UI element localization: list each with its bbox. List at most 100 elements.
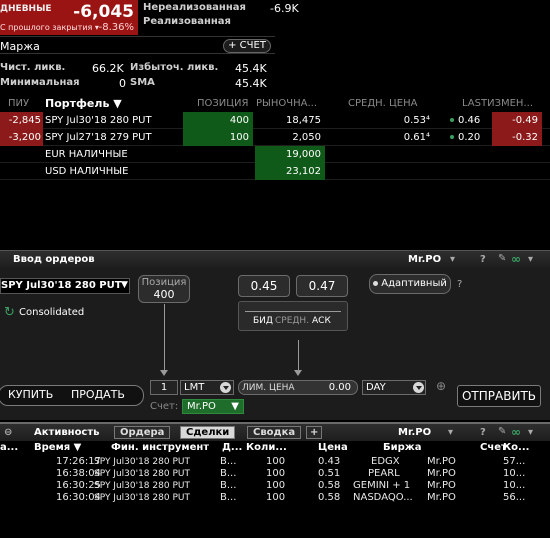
col-position[interactable]: ПОЗИЦИЯ [197, 98, 248, 109]
account-label: Счет: [150, 401, 179, 412]
col-last-change[interactable]: LASTИЗМЕН... [462, 98, 533, 109]
help-icon[interactable]: ? [480, 427, 486, 438]
price-ladder[interactable]: БИД СРЕДН. АСК [238, 301, 348, 331]
adaptive-help-icon[interactable]: ? [457, 279, 462, 290]
account-button[interactable]: + СЧЕТ [223, 39, 271, 53]
col-price[interactable]: Цена [318, 442, 348, 453]
col-avg-price[interactable]: СРЕДН. ЦЕНА [348, 98, 417, 109]
portfolio-header: ПИУ Портфель ▼ ПОЗИЦИЯ РЫНОЧНА... СРЕДН.… [0, 96, 550, 112]
table-row[interactable]: 17:26:17 SPY Jul30'18 280 PUT B... 100 0… [0, 456, 550, 468]
net-liq-label: Чист. ликв. [0, 62, 66, 73]
submit-button[interactable]: ОТПРАВИТЬ [457, 385, 541, 407]
col-time[interactable]: Время ▼ [34, 442, 81, 453]
prev-close-label: С прошлого закрытия ▾ [0, 23, 99, 32]
row-market-value: 19,000 [255, 146, 325, 163]
row-market-value: 2,050 [292, 132, 321, 143]
trading-workspace: ДНЕВНЫЕ -6,045 С прошлого закрытия ▾ -8.… [0, 0, 550, 538]
limit-price-input[interactable]: ЛИМ. ЦЕНА 0.00 [238, 380, 358, 395]
table-row[interactable]: EUR НАЛИЧНЫЕ 19,000 [0, 146, 550, 163]
sma-label: SMA [130, 77, 155, 88]
window-menu-icon[interactable]: ▾ [528, 427, 533, 438]
link-icon[interactable]: ∞ [511, 425, 521, 439]
row-instrument: EUR НАЛИЧНЫЕ [45, 149, 128, 160]
table-row[interactable]: 16:30:04 SPY Jul30'18 280 PUT B... 100 0… [0, 492, 550, 504]
add-tab-button[interactable]: + [306, 426, 323, 439]
add-icon[interactable]: ⊕ [436, 379, 446, 393]
activity-titlebar[interactable]: ⊖ Активность Ордера Сделки Сводка + Mr.P… [0, 422, 550, 441]
sell-button[interactable]: ПРОДАТЬ [71, 385, 125, 404]
order-entry-title: Ввод ордеров [13, 254, 95, 265]
row-change: -0.49 [492, 112, 542, 129]
col-pnl[interactable]: ПИУ [8, 98, 29, 109]
help-icon[interactable]: ? [480, 254, 486, 265]
col-instrument[interactable]: Фин. инструмент [111, 442, 209, 453]
activity-header: а... Время ▼ Фин. инструмент Д... Коли..… [0, 441, 550, 455]
excess-liq-label: Избыточ. ликв. [130, 62, 219, 73]
row-market-value: 18,475 [286, 115, 321, 126]
link-icon[interactable]: ∞ [511, 252, 521, 266]
bid-button[interactable]: 0.45 [238, 275, 290, 297]
table-row[interactable]: USD НАЛИЧНЫЕ 23,102 [0, 163, 550, 180]
col-side[interactable]: Д... [222, 442, 242, 453]
collapse-icon[interactable]: ⊖ [4, 427, 12, 438]
tab-orders[interactable]: Ордера [114, 426, 171, 439]
instrument-value: SPY Jul30'18 280 PUT [1, 280, 122, 291]
order-account: Mr.PO [408, 254, 442, 265]
account-select[interactable]: Mr.PO ▼ [182, 399, 244, 414]
tab-trades[interactable]: Сделки [180, 426, 236, 439]
window-menu-icon[interactable]: ▾ [528, 254, 533, 265]
adaptive-toggle[interactable]: Адаптивный [369, 274, 451, 294]
col-portfolio[interactable]: Портфель ▼ [45, 97, 122, 110]
tab-summary[interactable]: Сводка [247, 426, 302, 439]
settings-icon[interactable]: ✎ [498, 426, 506, 437]
live-dot-icon [450, 135, 454, 139]
buy-sell-control[interactable]: КУПИТЬ ПРОДАТЬ [0, 385, 144, 406]
margin-section: Маржа + СЧЕТ [0, 36, 275, 54]
row-pnl: -3,200 [0, 129, 43, 146]
excess-liq-value: 45.4K [235, 62, 267, 75]
ask-button[interactable]: 0.47 [296, 275, 348, 297]
daily-pnl-value: -6,045 [73, 2, 134, 22]
settings-icon[interactable]: ✎ [498, 253, 506, 264]
chevron-down-icon[interactable] [413, 382, 424, 393]
row-last: 0.46 [450, 112, 480, 129]
plus-icon: + [228, 40, 237, 51]
col-quantity[interactable]: Коли... [246, 442, 287, 453]
mid-label: СРЕДН. [275, 316, 310, 326]
col-commission[interactable]: Ко... [503, 442, 529, 453]
position-box: Позиция 400 [138, 275, 190, 303]
col-market-value[interactable]: РЫНОЧНА... [256, 98, 317, 109]
instrument-selector[interactable]: SPY Jul30'18 280 PUT ▼ [0, 278, 130, 294]
col-a[interactable]: а... [0, 442, 18, 453]
ask-label: АСК [312, 316, 331, 326]
refresh-icon[interactable]: ↻ [4, 305, 15, 320]
unrealized-label: Нереализованная [143, 2, 246, 13]
chevron-down-icon[interactable]: ▾ [448, 427, 453, 438]
radio-icon [373, 280, 379, 286]
row-position: 100 [183, 129, 253, 146]
daily-label: ДНЕВНЫЕ [0, 4, 52, 14]
activity-title: Активность [34, 427, 100, 438]
daily-pnl-box: ДНЕВНЫЕ -6,045 С прошлого закрытия ▾ -8.… [0, 0, 138, 35]
arrow-down-icon [294, 370, 302, 376]
position-value: 400 [153, 288, 175, 301]
table-row[interactable]: -2,845 SPY Jul30'18 280 PUT 400 18,475 0… [0, 112, 550, 129]
realized-label: Реализованная [143, 16, 231, 27]
order-entry-titlebar[interactable]: Ввод ордеров Mr.PO ▾ ? ✎ ∞ ▾ [0, 250, 550, 268]
buy-button[interactable]: КУПИТЬ [8, 385, 53, 404]
activity-account: Mr.PO [398, 427, 432, 438]
consolidated-label: Consolidated [19, 307, 85, 318]
row-last: 0.20 [450, 129, 480, 146]
quantity-input[interactable]: 1 [150, 380, 178, 395]
unrealized-value: -6.9K [270, 2, 299, 15]
ladder-line [245, 311, 341, 312]
table-row[interactable]: 16:38:04 SPY Jul30'18 280 PUT B... 100 0… [0, 468, 550, 480]
chevron-down-icon[interactable] [220, 382, 231, 393]
row-instrument: SPY Jul27'18 279 PUT [45, 132, 152, 143]
table-row[interactable]: -3,200 SPY Jul27'18 279 PUT 100 2,050 0.… [0, 129, 550, 146]
col-exchange[interactable]: Биржа [383, 442, 422, 453]
row-pnl: -2,845 [0, 112, 43, 129]
order-entry-panel: SPY Jul30'18 280 PUT ▼ ↻ Consolidated По… [0, 268, 550, 420]
table-row[interactable]: 16:30:25 SPY Jul30'18 280 PUT B... 100 0… [0, 480, 550, 492]
chevron-down-icon[interactable]: ▾ [450, 254, 455, 265]
